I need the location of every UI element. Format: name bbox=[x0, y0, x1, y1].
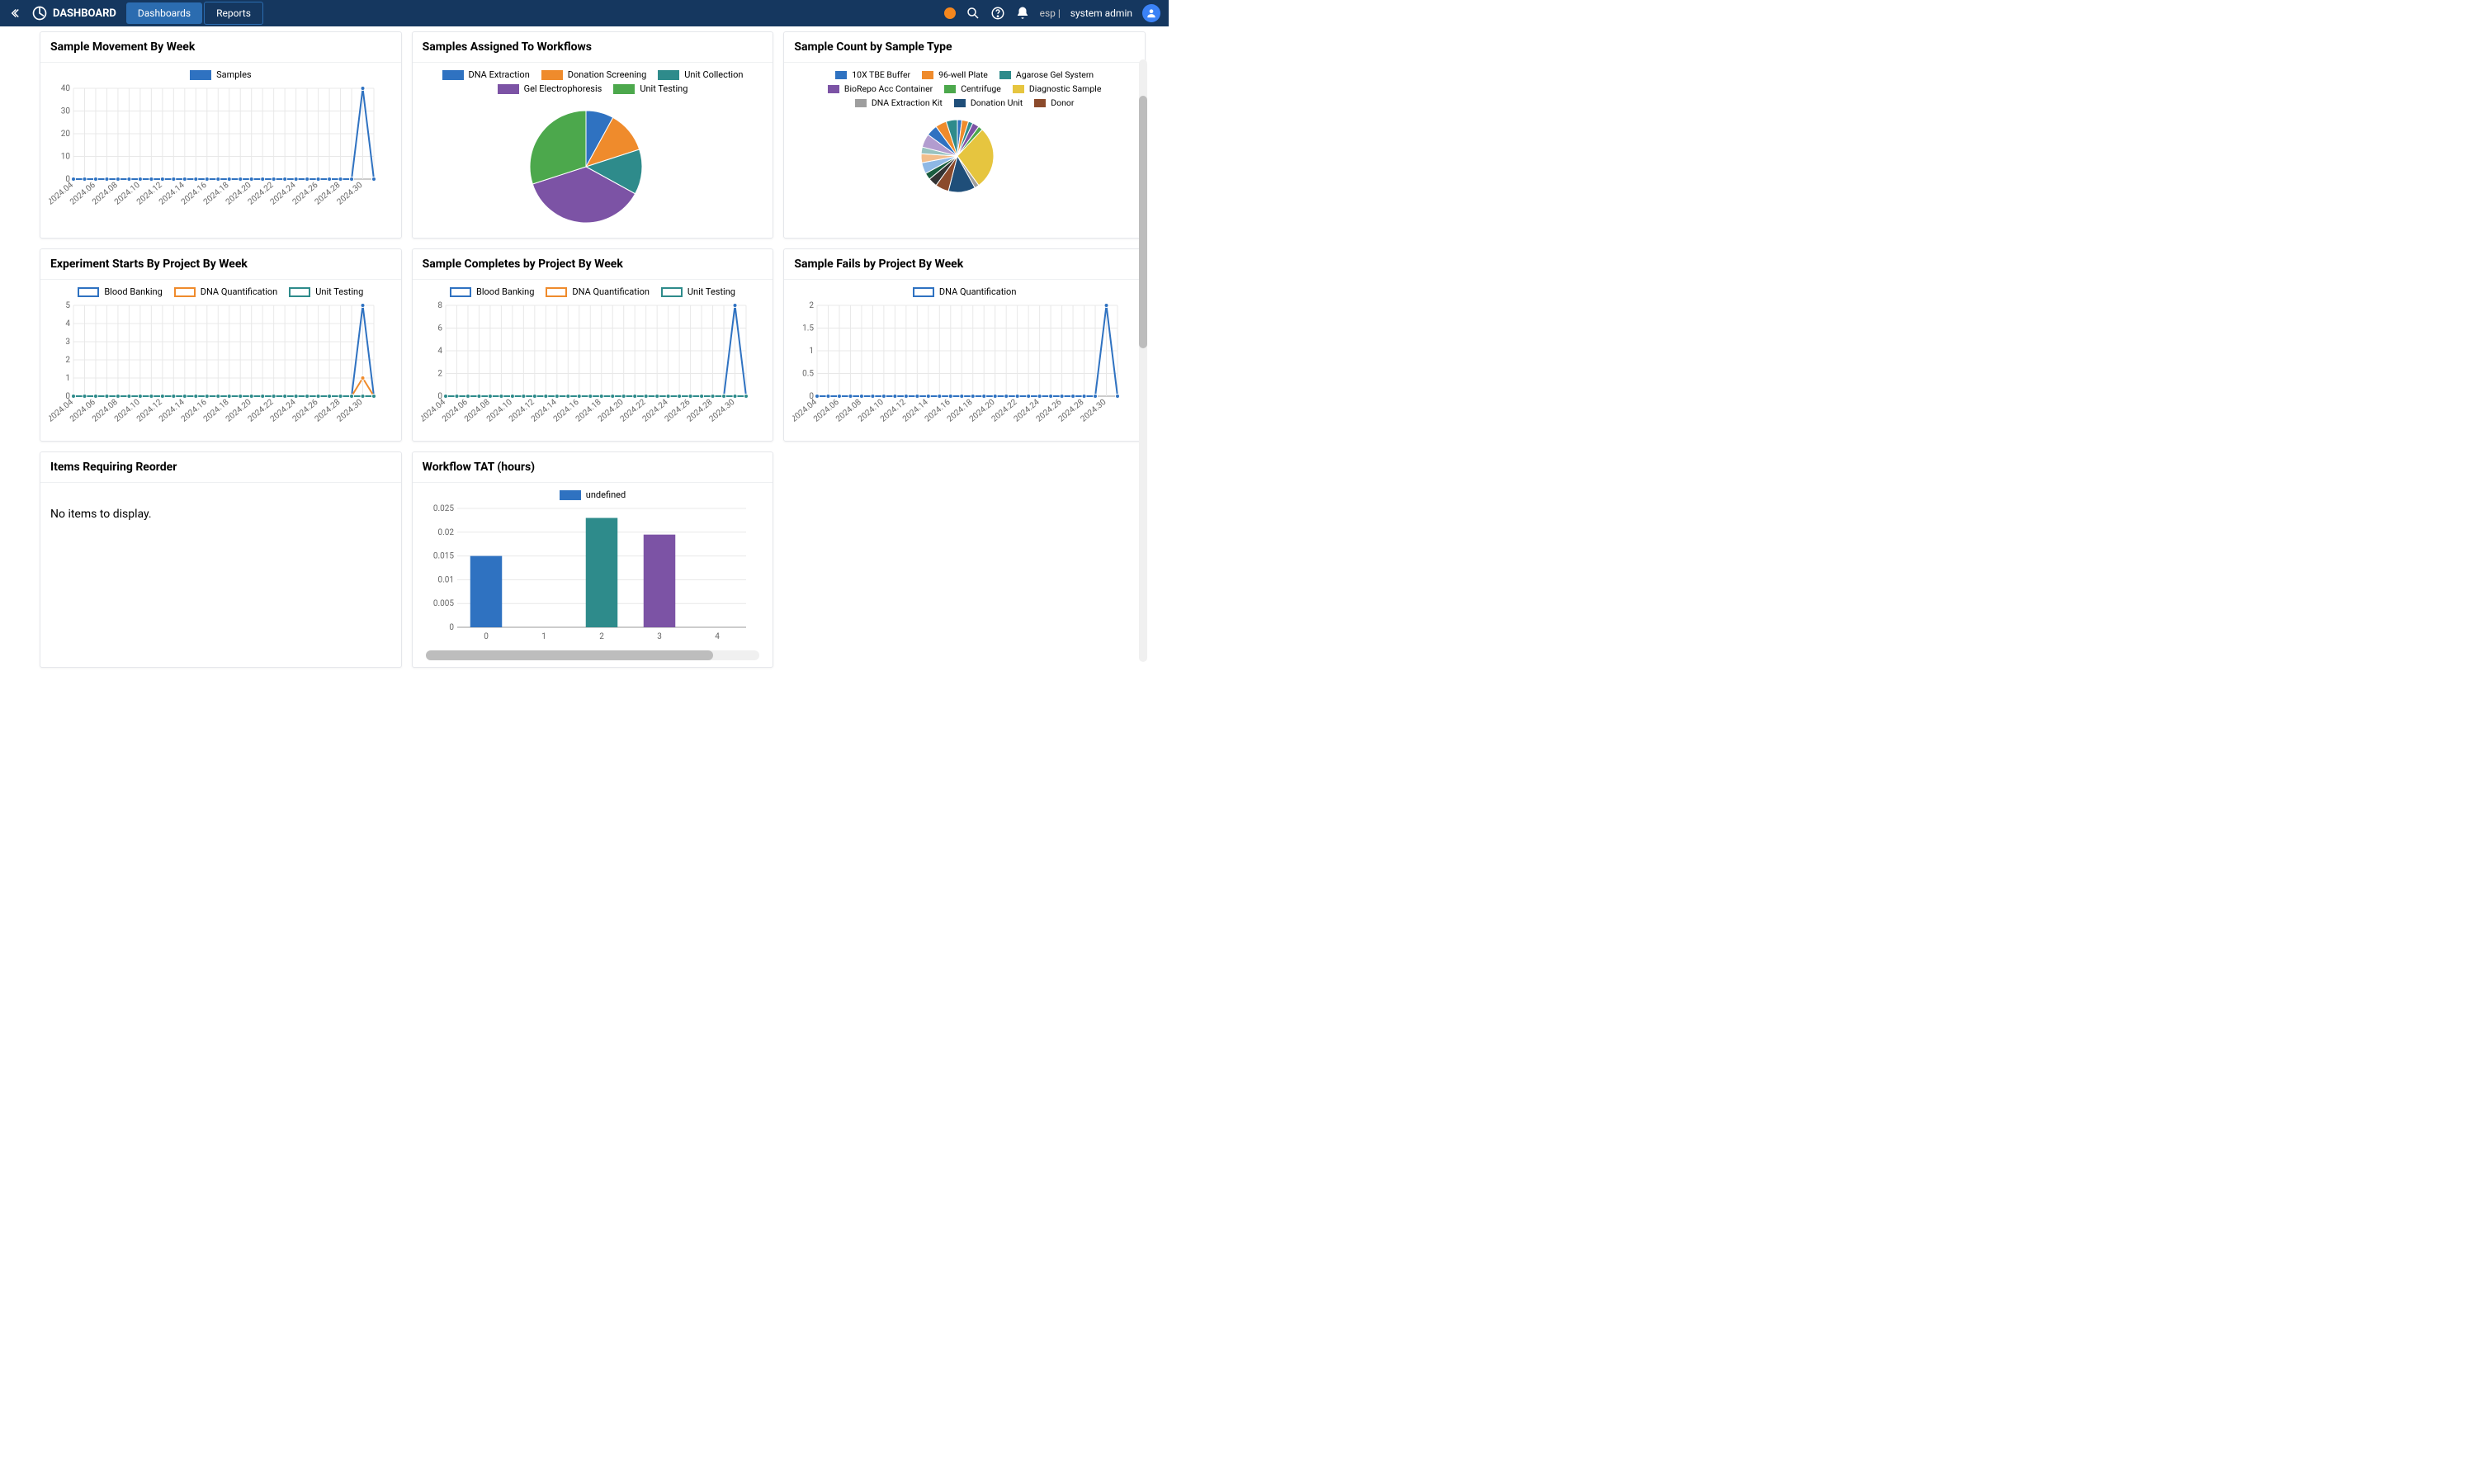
help-icon[interactable] bbox=[990, 6, 1005, 21]
main-content: Sample Movement By Week Samples 01020304… bbox=[33, 26, 1152, 670]
card-reorder: Items Requiring Reorder No items to disp… bbox=[40, 451, 402, 668]
card-title: Items Requiring Reorder bbox=[40, 452, 401, 483]
card-sample-movement: Sample Movement By Week Samples 01020304… bbox=[40, 31, 402, 239]
legend-item[interactable]: Diagnostic Sample bbox=[1013, 83, 1102, 94]
legend-item[interactable]: DNA Extraction Kit bbox=[855, 97, 943, 108]
dashboard-icon bbox=[31, 5, 48, 21]
svg-text:0.02: 0.02 bbox=[437, 528, 454, 537]
legend-item[interactable]: BioRepo Acc Container bbox=[828, 83, 933, 94]
svg-text:2024.30: 2024.30 bbox=[336, 181, 365, 207]
card-title: Sample Completes by Project By Week bbox=[413, 249, 773, 280]
legend-item[interactable]: Unit Testing bbox=[289, 286, 363, 297]
chart-exp-starts: 0123452024.042024.062024.082024.102024.1… bbox=[49, 300, 379, 432]
legend-item[interactable]: 10X TBE Buffer bbox=[835, 69, 910, 80]
legend-item[interactable]: Gel Electrophoresis bbox=[498, 83, 602, 94]
card-workflows: Samples Assigned To Workflows DNA Extrac… bbox=[412, 31, 774, 239]
search-icon[interactable] bbox=[966, 6, 980, 21]
legend-item[interactable]: Donation Unit bbox=[954, 97, 1023, 108]
card-title: Workflow TAT (hours) bbox=[413, 452, 773, 483]
chart-completes: 024682024.042024.062024.082024.102024.12… bbox=[421, 300, 751, 432]
legend-item[interactable]: Centrifuge bbox=[944, 83, 1001, 94]
legend-item[interactable]: Blood Banking bbox=[78, 286, 162, 297]
svg-text:0.01: 0.01 bbox=[437, 575, 454, 584]
svg-text:8: 8 bbox=[437, 301, 442, 310]
legend-item[interactable]: Unit Testing bbox=[613, 83, 688, 94]
svg-text:3: 3 bbox=[65, 338, 70, 347]
svg-text:40: 40 bbox=[61, 84, 71, 93]
legend-item[interactable]: DNA Quantification bbox=[546, 286, 650, 297]
chart-sample-type bbox=[792, 111, 1122, 194]
svg-text:6: 6 bbox=[437, 324, 442, 333]
card-title: Experiment Starts By Project By Week bbox=[40, 249, 401, 280]
legend-item[interactable]: undefined bbox=[560, 489, 626, 500]
svg-text:4: 4 bbox=[65, 319, 70, 328]
legend-item[interactable]: DNA Extraction bbox=[442, 69, 530, 80]
legend-item[interactable]: Unit Testing bbox=[661, 286, 735, 297]
svg-text:4: 4 bbox=[715, 632, 720, 641]
svg-text:0.005: 0.005 bbox=[433, 599, 454, 608]
chart-tat: 0 0.005 0.01 0.015 0.02 0.025 0 1 2 3 4 bbox=[421, 503, 751, 644]
scrollbar-horizontal[interactable] bbox=[426, 650, 760, 660]
header-right: esp | system admin bbox=[944, 4, 1160, 22]
legend-item[interactable]: Blood Banking bbox=[450, 286, 534, 297]
svg-text:2024.30: 2024.30 bbox=[707, 398, 736, 424]
svg-text:2024.30: 2024.30 bbox=[336, 398, 365, 424]
empty-message: No items to display. bbox=[40, 483, 401, 546]
chart-fails: 00.511.522024.042024.062024.082024.10202… bbox=[792, 300, 1122, 432]
card-completes: Sample Completes by Project By Week Bloo… bbox=[412, 248, 774, 442]
chart-movement: 0102030402024.042024.062024.082024.10202… bbox=[49, 83, 379, 215]
scrollbar-vertical[interactable] bbox=[1139, 59, 1147, 662]
svg-text:30: 30 bbox=[61, 107, 71, 116]
svg-text:0.015: 0.015 bbox=[433, 552, 454, 561]
svg-text:1.5: 1.5 bbox=[802, 324, 814, 333]
tab-dashboards[interactable]: Dashboards bbox=[126, 2, 202, 24]
card-fails: Sample Fails by Project By Week DNA Quan… bbox=[783, 248, 1146, 442]
svg-text:1: 1 bbox=[810, 347, 815, 356]
bell-icon[interactable] bbox=[1015, 6, 1030, 21]
svg-text:2: 2 bbox=[65, 356, 70, 365]
svg-text:0.025: 0.025 bbox=[433, 504, 454, 513]
svg-text:3: 3 bbox=[657, 632, 662, 641]
svg-text:2: 2 bbox=[599, 632, 604, 641]
card-title: Sample Count by Sample Type bbox=[784, 32, 1145, 63]
svg-text:0.5: 0.5 bbox=[802, 370, 814, 379]
back-button[interactable] bbox=[8, 5, 25, 21]
legend-item[interactable]: DNA Quantification bbox=[913, 286, 1017, 297]
legend-item[interactable]: Samples bbox=[190, 69, 252, 80]
svg-text:20: 20 bbox=[61, 130, 71, 139]
chart-workflows bbox=[421, 97, 751, 229]
svg-text:0: 0 bbox=[484, 632, 489, 641]
card-title: Sample Movement By Week bbox=[40, 32, 401, 63]
svg-text:1: 1 bbox=[65, 374, 70, 383]
svg-text:5: 5 bbox=[65, 301, 70, 310]
svg-text:2: 2 bbox=[437, 370, 442, 379]
card-exp-starts: Experiment Starts By Project By Week Blo… bbox=[40, 248, 402, 442]
top-bar: DASHBOARD Dashboards Reports esp | syste… bbox=[0, 0, 1169, 26]
user-name[interactable]: system admin bbox=[1070, 7, 1132, 19]
svg-text:10: 10 bbox=[61, 153, 71, 162]
svg-text:1: 1 bbox=[541, 632, 546, 641]
app-label: esp | bbox=[1040, 7, 1061, 19]
svg-text:4: 4 bbox=[437, 347, 442, 356]
legend-item[interactable]: Donation Screening bbox=[541, 69, 646, 80]
card-title: Sample Fails by Project By Week bbox=[784, 249, 1145, 280]
avatar[interactable] bbox=[1142, 4, 1160, 22]
card-sample-type: Sample Count by Sample Type 10X TBE Buff… bbox=[783, 31, 1146, 239]
legend-item[interactable]: 96-well Plate bbox=[922, 69, 988, 80]
page-title: DASHBOARD bbox=[53, 7, 116, 20]
legend-item[interactable]: Donor bbox=[1034, 97, 1074, 108]
legend-item[interactable]: Unit Collection bbox=[658, 69, 743, 80]
status-dot[interactable] bbox=[944, 7, 956, 19]
svg-text:2024.30: 2024.30 bbox=[1080, 398, 1108, 424]
legend-item[interactable]: DNA Quantification bbox=[174, 286, 278, 297]
svg-text:2: 2 bbox=[810, 301, 815, 310]
svg-text:0: 0 bbox=[449, 623, 454, 632]
card-title: Samples Assigned To Workflows bbox=[413, 32, 773, 63]
tab-reports[interactable]: Reports bbox=[204, 2, 263, 25]
legend-item[interactable]: Agarose Gel System bbox=[999, 69, 1094, 80]
card-tat: Workflow TAT (hours) undefined 0 0.005 0.0… bbox=[412, 451, 774, 668]
